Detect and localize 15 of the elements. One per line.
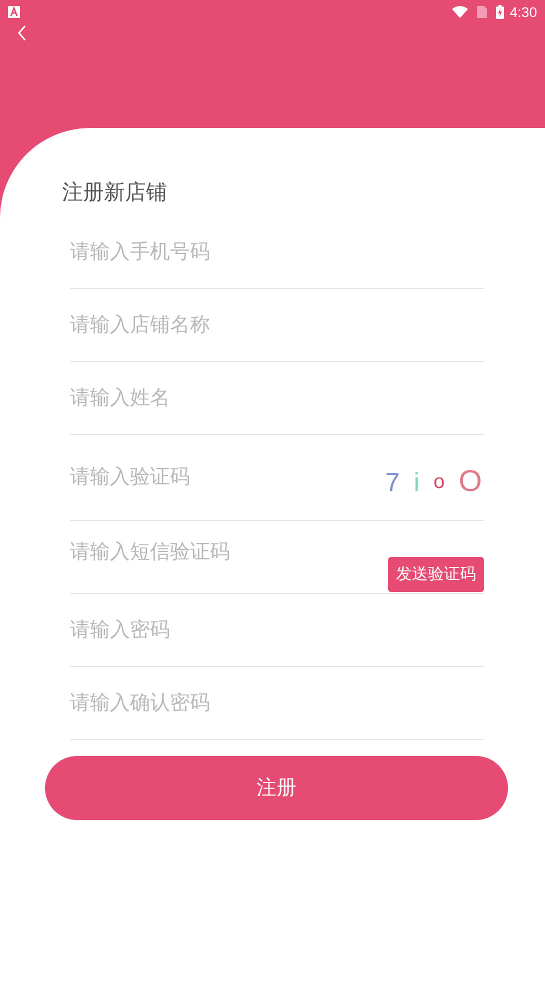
app-notification-icon bbox=[8, 6, 20, 18]
input-field[interactable]: 请输入验证码 bbox=[70, 458, 386, 498]
input-field[interactable]: 请输入确认密码 bbox=[70, 683, 484, 723]
input-field[interactable]: 请输入密码 bbox=[70, 610, 484, 650]
battery-icon bbox=[496, 5, 504, 19]
input-field[interactable]: 请输入手机号码 bbox=[70, 232, 484, 272]
input-field[interactable]: 请输入店铺名称 bbox=[70, 305, 484, 345]
send-code-button[interactable]: 发送验证码 bbox=[388, 557, 484, 592]
register-button[interactable]: 注册 bbox=[45, 756, 508, 820]
captcha-image[interactable]: 7 i o O bbox=[385, 458, 484, 498]
page-title: 注册新店铺 bbox=[62, 180, 167, 206]
wifi-icon bbox=[452, 6, 468, 18]
no-sim-icon bbox=[476, 6, 487, 18]
status-time: 4:30 bbox=[510, 2, 537, 22]
input-field[interactable]: 请输入姓名 bbox=[70, 378, 484, 418]
